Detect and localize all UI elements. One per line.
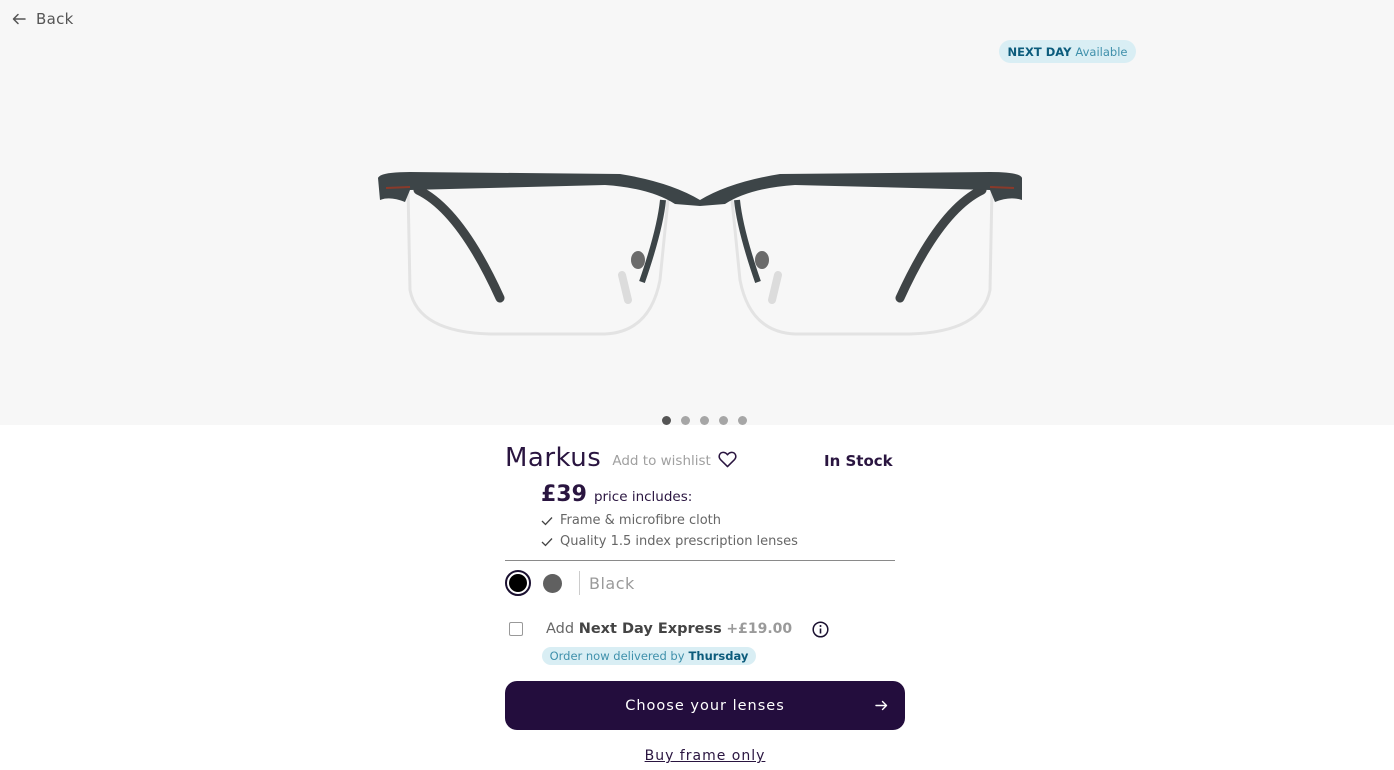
- carousel-dots: [662, 416, 747, 425]
- product-details: Markus Add to wishlist In Stock £39 pric…: [505, 440, 905, 764]
- divider: [579, 571, 580, 595]
- arrow-right-icon: [875, 700, 888, 711]
- back-label: Back: [36, 10, 74, 28]
- stock-status: In Stock: [824, 452, 893, 470]
- carousel-dot[interactable]: [700, 416, 709, 425]
- add-to-wishlist-button[interactable]: Add to wishlist: [612, 451, 737, 469]
- express-name: Next Day Express: [578, 621, 722, 637]
- included-features: Frame & microfibre cloth Quality 1.5 ind…: [541, 510, 905, 552]
- express-label: Add Next Day Express +£19.00: [546, 621, 792, 637]
- feature-item: Frame & microfibre cloth: [541, 510, 905, 531]
- next-day-badge: NEXT DAY Available: [999, 40, 1136, 63]
- choose-lenses-button[interactable]: Choose your lenses: [505, 681, 905, 730]
- back-button[interactable]: Back: [12, 10, 74, 28]
- next-day-badge-bold: NEXT DAY: [1007, 44, 1072, 59]
- buy-frame-only-link[interactable]: Buy frame only: [505, 748, 905, 764]
- next-day-express-checkbox[interactable]: [509, 622, 523, 636]
- delivery-text: Order now delivered by: [549, 649, 685, 663]
- divider: [505, 560, 895, 561]
- express-price: +£19.00: [726, 621, 793, 637]
- delivery-day: Thursday: [688, 649, 749, 663]
- product-name: Markus: [505, 443, 602, 473]
- carousel-dot[interactable]: [719, 416, 728, 425]
- color-selector: Black: [505, 570, 905, 596]
- product-image: [378, 172, 1022, 336]
- wishlist-label: Add to wishlist: [612, 453, 711, 469]
- feature-label: Quality 1.5 index prescription lenses: [560, 534, 798, 549]
- feature-label: Frame & microfibre cloth: [560, 513, 722, 528]
- carousel-dot[interactable]: [738, 416, 747, 425]
- carousel-dot[interactable]: [681, 416, 690, 425]
- check-icon: [541, 537, 553, 546]
- heart-icon: [718, 451, 737, 468]
- delivery-estimate-badge: Order now delivered by Thursday: [542, 647, 756, 665]
- price: £39: [541, 482, 587, 507]
- product-image-area: Back NEXT DAY Available: [0, 0, 1394, 425]
- color-swatch-grey[interactable]: [543, 573, 562, 593]
- price-includes-label: price includes:: [593, 489, 693, 505]
- express-prefix: Add: [546, 621, 575, 637]
- feature-item: Quality 1.5 index prescription lenses: [541, 531, 905, 552]
- choose-lenses-label: Choose your lenses: [625, 697, 785, 714]
- selected-color-name: Black: [589, 573, 635, 593]
- color-swatch-fill: [509, 574, 527, 592]
- next-day-express-option: Add Next Day Express +£19.00: [505, 619, 905, 639]
- next-day-badge-text: Available: [1075, 44, 1128, 59]
- check-icon: [541, 516, 553, 525]
- arrow-left-icon: [12, 13, 26, 25]
- info-icon[interactable]: [812, 620, 829, 638]
- carousel-dot[interactable]: [662, 416, 671, 425]
- color-swatch-black[interactable]: [505, 570, 531, 596]
